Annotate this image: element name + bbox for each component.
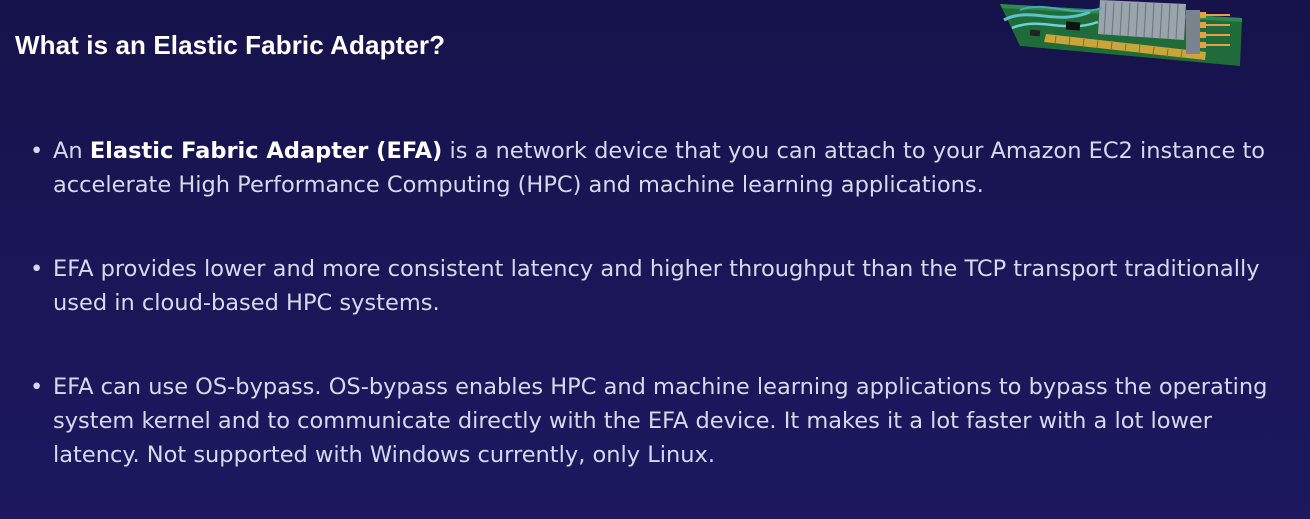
bullet-dot-icon: • (30, 256, 44, 282)
bullet-item-efa-definition: • An Elastic Fabric Adapter (EFA) is a n… (30, 134, 1280, 202)
bullet-item-os-bypass: • EFA can use OS-bypass. OS-bypass enabl… (30, 370, 1280, 472)
slide-title: What is an Elastic Fabric Adapter? (15, 30, 446, 60)
bullet-text-prefix: An (53, 138, 90, 164)
bullet-dot-icon: • (30, 374, 44, 400)
efa-card-image (1000, 0, 1242, 66)
bullet-text: EFA can use OS-bypass. OS-bypass enables… (53, 374, 1268, 468)
bullet-text: EFA provides lower and more consistent l… (53, 256, 1260, 316)
bullet-dot-icon: • (30, 138, 44, 164)
bullet-list: • An Elastic Fabric Adapter (EFA) is a n… (30, 134, 1280, 472)
bullet-text-bold-term: Elastic Fabric Adapter (EFA) (89, 138, 443, 164)
bullet-item-latency: • EFA provides lower and more consistent… (30, 252, 1280, 320)
